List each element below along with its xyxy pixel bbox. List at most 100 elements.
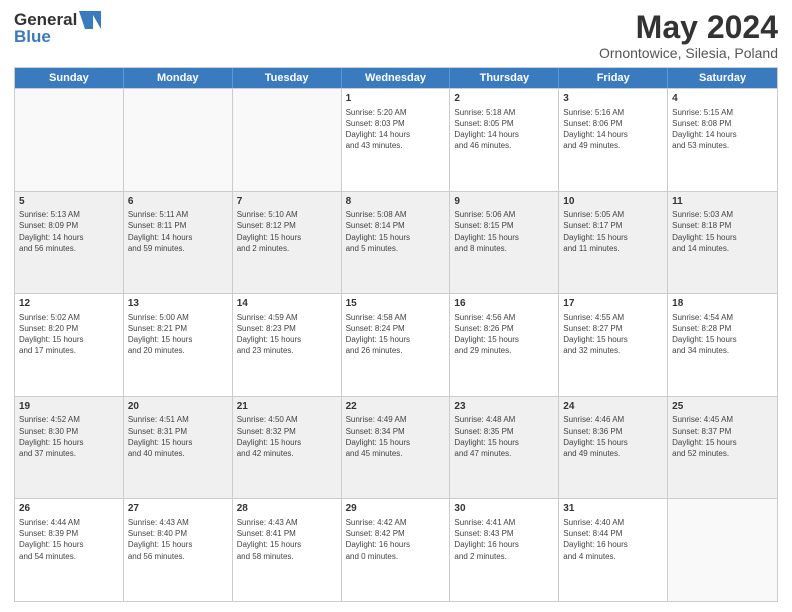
day-info: Sunrise: 4:49 AM Sunset: 8:34 PM Dayligh… [346,414,446,459]
day-number: 9 [454,195,554,209]
day-info: Sunrise: 4:59 AM Sunset: 8:23 PM Dayligh… [237,312,337,357]
cal-cell: 30Sunrise: 4:41 AM Sunset: 8:43 PM Dayli… [450,499,559,601]
day-info: Sunrise: 4:55 AM Sunset: 8:27 PM Dayligh… [563,312,663,357]
cal-week-4: 19Sunrise: 4:52 AM Sunset: 8:30 PM Dayli… [15,396,777,499]
day-info: Sunrise: 5:10 AM Sunset: 8:12 PM Dayligh… [237,209,337,254]
cal-cell: 3Sunrise: 5:16 AM Sunset: 8:06 PM Daylig… [559,89,668,191]
cal-cell: 13Sunrise: 5:00 AM Sunset: 8:21 PM Dayli… [124,294,233,396]
day-info: Sunrise: 5:20 AM Sunset: 8:03 PM Dayligh… [346,107,446,152]
day-info: Sunrise: 5:06 AM Sunset: 8:15 PM Dayligh… [454,209,554,254]
cal-cell: 2Sunrise: 5:18 AM Sunset: 8:05 PM Daylig… [450,89,559,191]
cal-cell: 1Sunrise: 5:20 AM Sunset: 8:03 PM Daylig… [342,89,451,191]
logo-icon [79,11,101,29]
day-info: Sunrise: 4:52 AM Sunset: 8:30 PM Dayligh… [19,414,119,459]
cal-cell: 10Sunrise: 5:05 AM Sunset: 8:17 PM Dayli… [559,192,668,294]
cal-cell: 18Sunrise: 4:54 AM Sunset: 8:28 PM Dayli… [668,294,777,396]
day-number: 28 [237,502,337,516]
cal-week-5: 26Sunrise: 4:44 AM Sunset: 8:39 PM Dayli… [15,498,777,601]
day-info: Sunrise: 4:43 AM Sunset: 8:40 PM Dayligh… [128,517,228,562]
day-info: Sunrise: 4:46 AM Sunset: 8:36 PM Dayligh… [563,414,663,459]
cal-cell: 26Sunrise: 4:44 AM Sunset: 8:39 PM Dayli… [15,499,124,601]
cal-header-sunday: Sunday [15,68,124,88]
day-info: Sunrise: 5:18 AM Sunset: 8:05 PM Dayligh… [454,107,554,152]
day-number: 11 [672,195,773,209]
cal-header-wednesday: Wednesday [342,68,451,88]
subtitle: Ornontowice, Silesia, Poland [599,45,778,61]
day-number: 17 [563,297,663,311]
day-info: Sunrise: 5:15 AM Sunset: 8:08 PM Dayligh… [672,107,773,152]
day-info: Sunrise: 5:13 AM Sunset: 8:09 PM Dayligh… [19,209,119,254]
logo: General Blue [14,10,101,47]
calendar-body: 1Sunrise: 5:20 AM Sunset: 8:03 PM Daylig… [15,88,777,601]
cal-cell: 25Sunrise: 4:45 AM Sunset: 8:37 PM Dayli… [668,397,777,499]
cal-cell: 21Sunrise: 4:50 AM Sunset: 8:32 PM Dayli… [233,397,342,499]
day-info: Sunrise: 5:05 AM Sunset: 8:17 PM Dayligh… [563,209,663,254]
cal-week-1: 1Sunrise: 5:20 AM Sunset: 8:03 PM Daylig… [15,88,777,191]
day-number: 23 [454,400,554,414]
calendar: SundayMondayTuesdayWednesdayThursdayFrid… [14,67,778,602]
day-info: Sunrise: 4:48 AM Sunset: 8:35 PM Dayligh… [454,414,554,459]
cal-cell: 31Sunrise: 4:40 AM Sunset: 8:44 PM Dayli… [559,499,668,601]
cal-header-tuesday: Tuesday [233,68,342,88]
day-info: Sunrise: 5:16 AM Sunset: 8:06 PM Dayligh… [563,107,663,152]
day-number: 20 [128,400,228,414]
cal-header-saturday: Saturday [668,68,777,88]
cal-cell: 28Sunrise: 4:43 AM Sunset: 8:41 PM Dayli… [233,499,342,601]
day-number: 29 [346,502,446,516]
cal-cell: 24Sunrise: 4:46 AM Sunset: 8:36 PM Dayli… [559,397,668,499]
day-info: Sunrise: 5:11 AM Sunset: 8:11 PM Dayligh… [128,209,228,254]
day-info: Sunrise: 5:08 AM Sunset: 8:14 PM Dayligh… [346,209,446,254]
calendar-header: SundayMondayTuesdayWednesdayThursdayFrid… [15,68,777,88]
cal-cell: 12Sunrise: 5:02 AM Sunset: 8:20 PM Dayli… [15,294,124,396]
cal-cell [668,499,777,601]
day-number: 31 [563,502,663,516]
day-number: 22 [346,400,446,414]
day-number: 13 [128,297,228,311]
day-info: Sunrise: 4:56 AM Sunset: 8:26 PM Dayligh… [454,312,554,357]
title-area: May 2024 Ornontowice, Silesia, Poland [599,10,778,61]
cal-cell: 29Sunrise: 4:42 AM Sunset: 8:42 PM Dayli… [342,499,451,601]
cal-cell [124,89,233,191]
day-info: Sunrise: 4:51 AM Sunset: 8:31 PM Dayligh… [128,414,228,459]
day-info: Sunrise: 4:40 AM Sunset: 8:44 PM Dayligh… [563,517,663,562]
cal-cell [233,89,342,191]
day-number: 25 [672,400,773,414]
day-info: Sunrise: 4:42 AM Sunset: 8:42 PM Dayligh… [346,517,446,562]
cal-cell: 15Sunrise: 4:58 AM Sunset: 8:24 PM Dayli… [342,294,451,396]
cal-cell: 20Sunrise: 4:51 AM Sunset: 8:31 PM Dayli… [124,397,233,499]
cal-cell: 5Sunrise: 5:13 AM Sunset: 8:09 PM Daylig… [15,192,124,294]
day-number: 1 [346,92,446,106]
cal-cell: 22Sunrise: 4:49 AM Sunset: 8:34 PM Dayli… [342,397,451,499]
day-number: 10 [563,195,663,209]
day-number: 16 [454,297,554,311]
header: General Blue May 2024 Ornontowice, Siles… [14,10,778,61]
day-number: 14 [237,297,337,311]
day-info: Sunrise: 5:02 AM Sunset: 8:20 PM Dayligh… [19,312,119,357]
day-number: 7 [237,195,337,209]
day-number: 8 [346,195,446,209]
main-title: May 2024 [599,10,778,45]
day-number: 15 [346,297,446,311]
day-number: 12 [19,297,119,311]
day-info: Sunrise: 4:58 AM Sunset: 8:24 PM Dayligh… [346,312,446,357]
cal-cell: 6Sunrise: 5:11 AM Sunset: 8:11 PM Daylig… [124,192,233,294]
day-number: 4 [672,92,773,106]
cal-cell: 23Sunrise: 4:48 AM Sunset: 8:35 PM Dayli… [450,397,559,499]
cal-header-monday: Monday [124,68,233,88]
day-info: Sunrise: 4:54 AM Sunset: 8:28 PM Dayligh… [672,312,773,357]
cal-cell [15,89,124,191]
cal-cell: 4Sunrise: 5:15 AM Sunset: 8:08 PM Daylig… [668,89,777,191]
day-number: 24 [563,400,663,414]
day-number: 19 [19,400,119,414]
day-number: 30 [454,502,554,516]
cal-cell: 19Sunrise: 4:52 AM Sunset: 8:30 PM Dayli… [15,397,124,499]
cal-cell: 14Sunrise: 4:59 AM Sunset: 8:23 PM Dayli… [233,294,342,396]
day-info: Sunrise: 4:44 AM Sunset: 8:39 PM Dayligh… [19,517,119,562]
day-number: 5 [19,195,119,209]
cal-week-2: 5Sunrise: 5:13 AM Sunset: 8:09 PM Daylig… [15,191,777,294]
day-number: 18 [672,297,773,311]
day-info: Sunrise: 4:43 AM Sunset: 8:41 PM Dayligh… [237,517,337,562]
day-number: 3 [563,92,663,106]
day-number: 6 [128,195,228,209]
cal-cell: 8Sunrise: 5:08 AM Sunset: 8:14 PM Daylig… [342,192,451,294]
